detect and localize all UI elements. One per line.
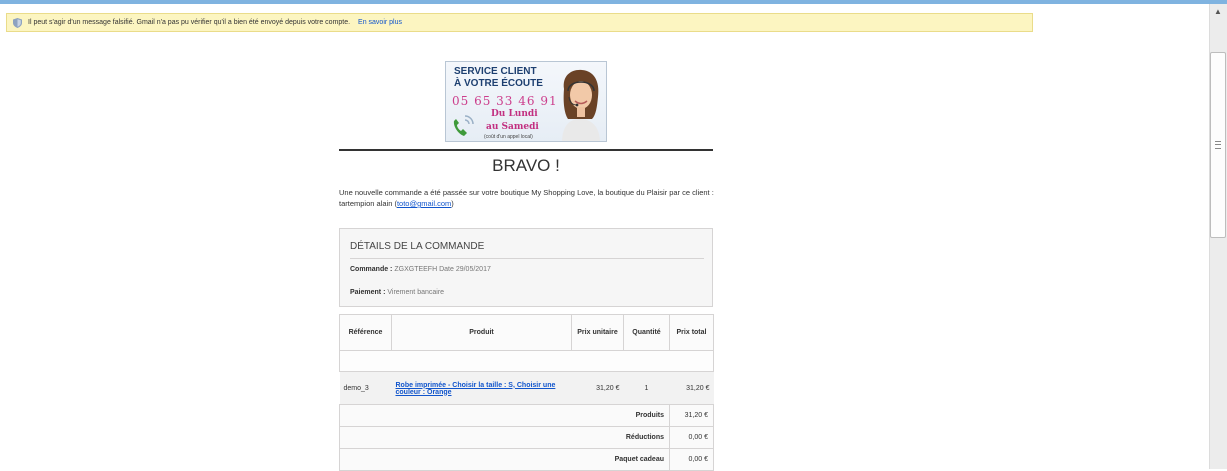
page-title: BRAVO ! bbox=[492, 156, 560, 175]
scroll-up-arrow-icon[interactable]: ▲ bbox=[1210, 6, 1226, 18]
payment-label: Paiement : bbox=[350, 289, 386, 296]
order-details-title: DÉTAILS DE LA COMMANDE bbox=[350, 241, 485, 252]
intro-message: Une nouvelle commande a été passée sur v… bbox=[339, 188, 714, 208]
header-product: Produit bbox=[391, 314, 572, 351]
cell-unit-price: 31,20 € bbox=[571, 371, 624, 406]
product-link[interactable]: Robe imprimée - Choisir la taille : S, C… bbox=[396, 382, 556, 396]
service-line2: À VOTRE ÉCOUTE bbox=[454, 78, 543, 89]
products-table: Référence Produit Prix unitaire Quantité… bbox=[339, 314, 714, 406]
cell-quantity: 1 bbox=[623, 371, 670, 406]
scrollbar-thumb[interactable] bbox=[1210, 52, 1226, 238]
order-value: ZGXGTEEFH Date 29/05/2017 bbox=[394, 266, 491, 273]
spoof-warning-banner: Il peut s'agir d'un message falsifié. Gm… bbox=[6, 13, 1033, 32]
warning-message: Il peut s'agir d'un message falsifié. Gm… bbox=[28, 19, 351, 26]
totals-value: 0,00 € bbox=[669, 448, 714, 471]
header-unit-price: Prix unitaire bbox=[571, 314, 624, 351]
cell-total: 31,20 € bbox=[669, 371, 714, 406]
intro-close-paren: ) bbox=[451, 199, 454, 208]
totals-label: Réductions bbox=[339, 426, 670, 449]
intro-text: Une nouvelle commande a été passée sur v… bbox=[339, 187, 719, 209]
support-agent-image bbox=[562, 69, 600, 141]
service-note: (coût d'un appel local) bbox=[484, 134, 533, 140]
service-line1: SERVICE CLIENT bbox=[454, 66, 537, 77]
learn-more-link[interactable]: En savoir plus bbox=[358, 19, 402, 26]
totals-label: Produits bbox=[339, 404, 670, 427]
totals-table: Produits 31,20 € Réductions 0,00 € Paque… bbox=[339, 404, 714, 471]
service-phone: 05 65 33 46 91 bbox=[452, 94, 558, 108]
payment-value: Virement bancaire bbox=[387, 289, 445, 296]
order-details-box: DÉTAILS DE LA COMMANDE Commande : ZGXGTE… bbox=[339, 228, 713, 307]
cell-reference: demo_3 bbox=[339, 371, 392, 406]
service-days-line2: au Samedi bbox=[486, 122, 539, 132]
shield-icon bbox=[13, 18, 22, 28]
header-divider bbox=[339, 149, 713, 151]
phone-icon bbox=[453, 115, 474, 136]
window-top-border bbox=[0, 0, 1227, 4]
service-days-line1: Du Lundi bbox=[491, 109, 538, 119]
order-reference-row: Commande : ZGXGTEEFH Date 29/05/2017 bbox=[350, 266, 491, 273]
cell-product: Robe imprimée - Choisir la taille : S, C… bbox=[391, 371, 572, 406]
totals-row: Paquet cadeau 0,00 € bbox=[339, 448, 714, 471]
totals-value: 31,20 € bbox=[669, 404, 714, 427]
totals-label: Paquet cadeau bbox=[339, 448, 670, 471]
payment-row: Paiement : Virement bancaire bbox=[350, 289, 444, 296]
order-details-divider bbox=[350, 258, 704, 259]
header-reference: Référence bbox=[339, 314, 392, 351]
table-header-row: Référence Produit Prix unitaire Quantité… bbox=[339, 314, 714, 351]
order-label: Commande : bbox=[350, 266, 393, 273]
customer-service-banner: SERVICE CLIENT À VOTRE ÉCOUTE 05 65 33 4… bbox=[445, 61, 607, 142]
totals-row: Réductions 0,00 € bbox=[339, 426, 714, 449]
totals-row: Produits 31,20 € bbox=[339, 404, 714, 427]
table-spacer-row bbox=[339, 350, 714, 372]
header-total-price: Prix total bbox=[669, 314, 714, 351]
grip-icon bbox=[1215, 141, 1221, 149]
table-row: demo_3 Robe imprimée - Choisir la taille… bbox=[339, 371, 714, 406]
header-quantity: Quantité bbox=[623, 314, 670, 351]
totals-value: 0,00 € bbox=[669, 426, 714, 449]
customer-email-link[interactable]: toto@gmail.com bbox=[397, 199, 451, 208]
